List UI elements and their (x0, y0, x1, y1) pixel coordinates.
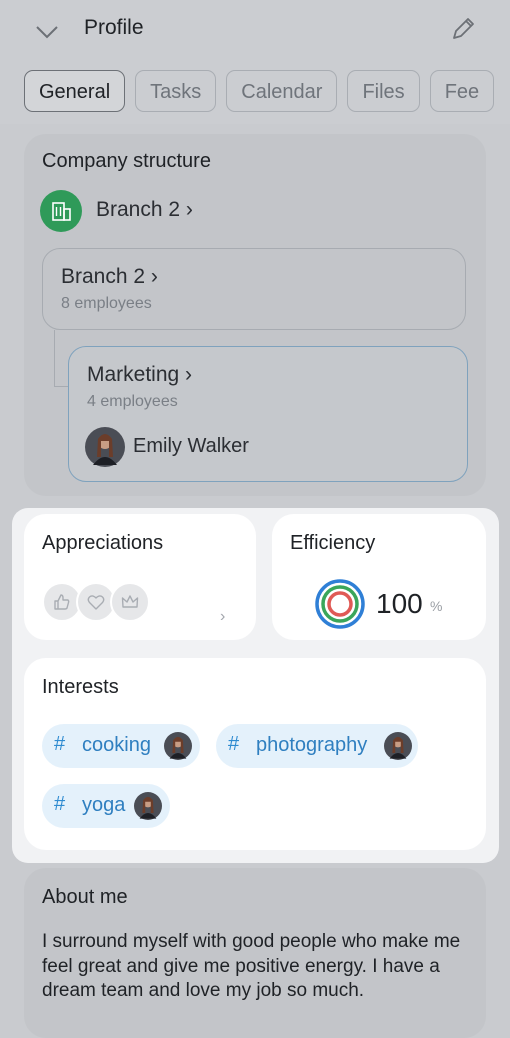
tab-general[interactable]: General (24, 70, 126, 112)
tab-bar: General Tasks Calendar Files Fee (24, 70, 510, 114)
tab-feed[interactable]: Fee (429, 70, 495, 112)
branch-link-label: Branch 2 (96, 198, 181, 221)
appreciation-badges (42, 582, 162, 626)
interests-heading: Interests (42, 676, 119, 698)
company-structure-card: Company structure Branch 2 › Branch 2 › … (24, 134, 486, 496)
avatar (384, 732, 412, 760)
building-icon (40, 190, 82, 232)
efficiency-card[interactable]: Efficiency 100 % (272, 514, 486, 640)
interest-tag[interactable]: # yoga (42, 784, 170, 828)
efficiency-ring-icon (315, 579, 365, 629)
avatar (85, 427, 125, 467)
avatar (164, 732, 192, 760)
hashtag-icon: # (228, 733, 240, 755)
about-me-heading: About me (42, 886, 128, 908)
department-employee-count: 4 employees (87, 393, 178, 410)
chevron-down-icon[interactable] (34, 18, 60, 44)
efficiency-unit: % (430, 598, 443, 614)
efficiency-heading: Efficiency (290, 532, 376, 554)
interest-tag-label: photography (256, 734, 368, 756)
tab-tasks[interactable]: Tasks (135, 70, 217, 112)
interest-tag[interactable]: # cooking (42, 724, 200, 768)
interests-card: Interests # cooking # photography # yoga (24, 658, 486, 850)
highlighted-section: Appreciations › Efficiency 100 % Interes… (12, 508, 499, 863)
crown-icon (110, 582, 150, 622)
avatar (134, 792, 162, 820)
appreciations-heading: Appreciations (42, 532, 164, 554)
interest-tag-label: cooking (82, 734, 151, 756)
tree-connector (54, 330, 69, 387)
about-me-card: About me I surround myself with good peo… (24, 868, 486, 1038)
efficiency-value: 100 (376, 588, 423, 619)
branch-link[interactable]: Branch 2 › (96, 198, 193, 222)
branch-employee-count: 8 employees (61, 295, 152, 312)
hashtag-icon: # (54, 733, 66, 755)
branch-box[interactable]: Branch 2 › 8 employees (42, 248, 466, 330)
page-title: Profile (84, 16, 144, 39)
branch-name-label: Branch 2 (61, 265, 146, 288)
about-me-text: I surround myself with good people who m… (42, 931, 461, 1001)
chevron-right-icon: › (220, 608, 226, 625)
tab-calendar[interactable]: Calendar (226, 70, 338, 112)
appreciations-card[interactable]: Appreciations › (24, 514, 256, 640)
tab-files[interactable]: Files (347, 70, 420, 112)
member-name: Emily Walker (133, 435, 249, 457)
hashtag-icon: # (54, 793, 66, 815)
edit-pencil-icon[interactable] (448, 14, 478, 44)
interest-tag[interactable]: # photography (216, 724, 418, 768)
branch-name: Branch 2 › (61, 265, 158, 288)
department-name-label: Marketing (87, 363, 180, 386)
department-name: Marketing › (87, 363, 193, 386)
interest-tag-label: yoga (82, 794, 126, 816)
company-structure-heading: Company structure (42, 150, 211, 172)
department-box[interactable]: Marketing › 4 employees Emily Walker (68, 346, 468, 482)
header: Profile General Tasks Calendar Files Fee (0, 0, 510, 124)
